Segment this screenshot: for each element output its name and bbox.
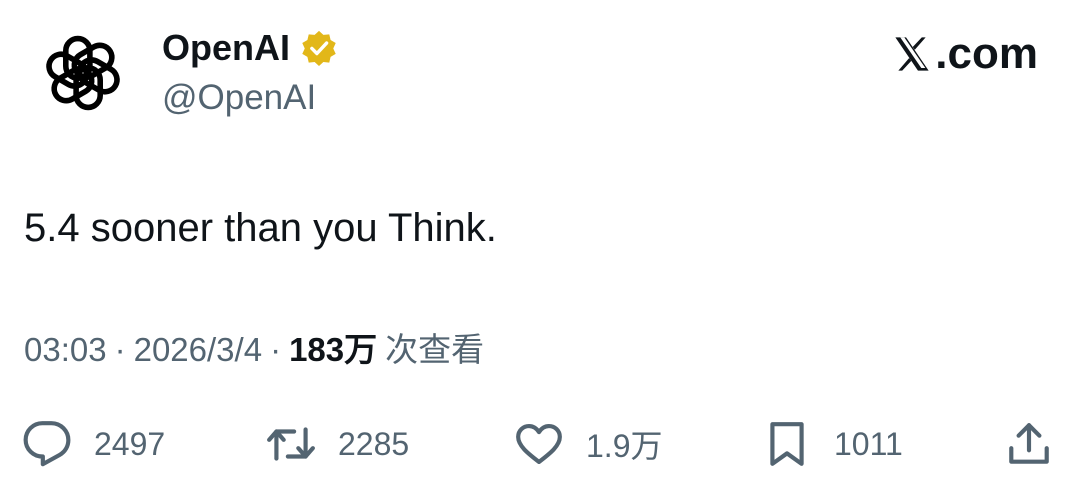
brand-label: .com xyxy=(935,29,1038,78)
openai-logo-icon xyxy=(46,35,120,111)
views-label: 次查看 xyxy=(385,331,485,368)
tweet-time[interactable]: 03:03 xyxy=(24,326,107,374)
name-row: OpenAI xyxy=(162,22,338,74)
heart-icon xyxy=(516,424,562,464)
reply-icon xyxy=(23,421,71,467)
retweet-count: 2285 xyxy=(338,425,410,462)
bookmark-button[interactable]: 1011 xyxy=(762,414,903,474)
tweet-text: 5.4 sooner than you Think. xyxy=(24,206,497,250)
views-count: 183万 xyxy=(289,331,378,368)
tweet-meta: 03:03 · 2026/3/4 · 183万 次查看 xyxy=(24,326,484,374)
retweet-button[interactable]: 2285 xyxy=(266,414,409,474)
handle[interactable]: @OpenAI xyxy=(162,74,316,122)
meta-separator: · xyxy=(270,331,282,368)
bookmark-icon xyxy=(770,422,804,466)
display-name[interactable]: OpenAI xyxy=(162,22,290,74)
like-count: 1.9万 xyxy=(586,428,663,464)
meta-separator: · xyxy=(114,331,126,368)
tweet-date[interactable]: 2026/3/4 xyxy=(134,326,262,374)
x-logo-icon xyxy=(895,37,929,71)
avatar[interactable] xyxy=(40,30,126,116)
share-icon xyxy=(1009,423,1049,464)
bookmark-count: 1011 xyxy=(834,425,903,462)
share-button[interactable] xyxy=(1004,414,1054,474)
reply-button[interactable]: 2497 xyxy=(22,414,165,474)
tweet-card: OpenAI @OpenAI .com 5.4 sooner than you … xyxy=(0,0,1080,500)
brand-mark: .com xyxy=(891,26,1038,82)
reply-count: 2497 xyxy=(94,425,166,462)
like-button[interactable]: 1.9万 xyxy=(514,414,663,474)
action-bar: 2497 2285 1.9万 1011 xyxy=(22,414,1058,474)
retweet-icon xyxy=(267,427,315,461)
verified-badge-icon[interactable] xyxy=(300,29,338,67)
